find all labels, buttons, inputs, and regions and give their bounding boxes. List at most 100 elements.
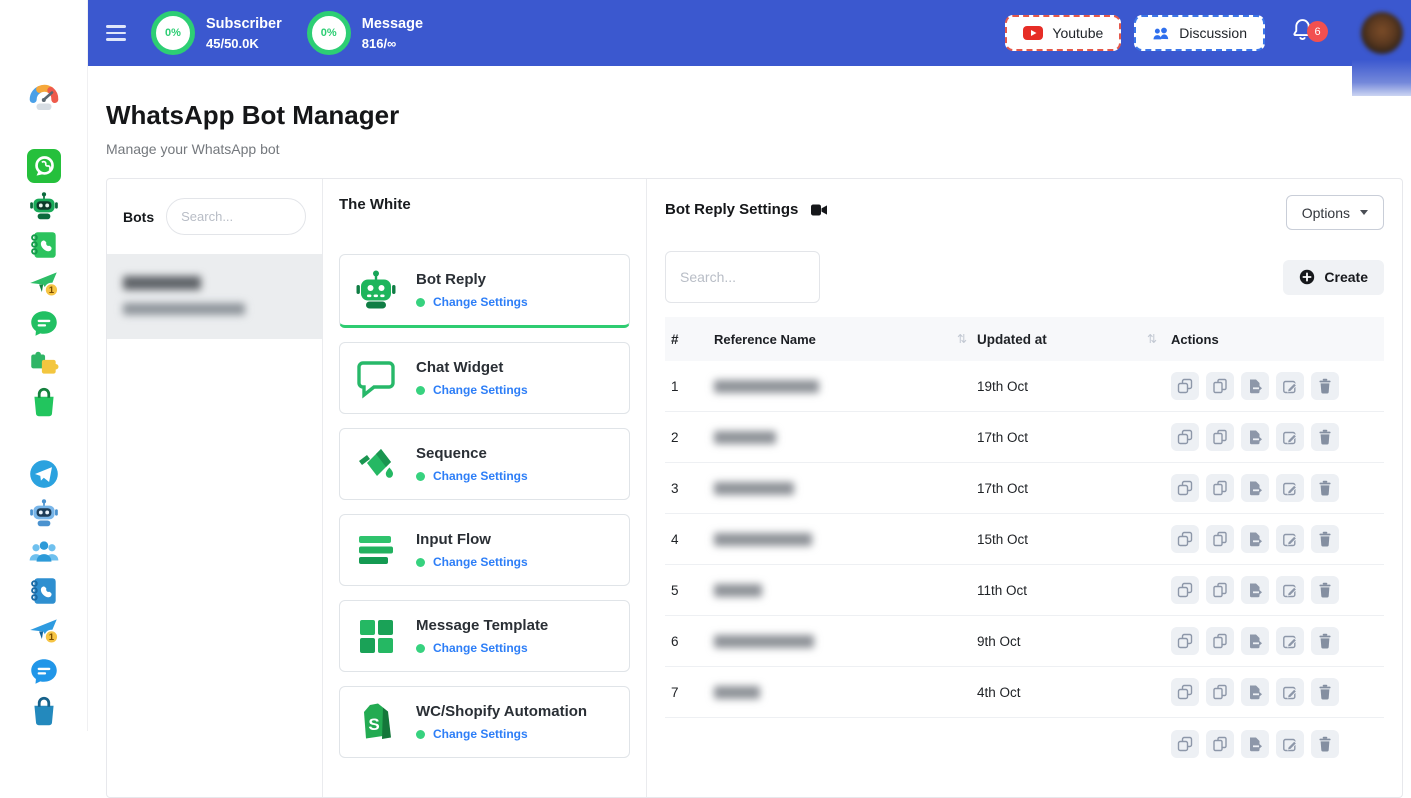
replies-search-input[interactable] bbox=[665, 251, 820, 303]
user-avatar[interactable] bbox=[1361, 12, 1403, 54]
setting-card-message-template[interactable]: Message Template Change Settings bbox=[339, 600, 630, 672]
telegram-contacts-icon[interactable] bbox=[27, 574, 61, 608]
telegram-chat-icon[interactable] bbox=[27, 655, 61, 689]
copy-button[interactable] bbox=[1206, 730, 1234, 758]
sort-icon[interactable]: ⇅ bbox=[957, 332, 967, 346]
copy-button[interactable] bbox=[1206, 423, 1234, 451]
edit-button[interactable] bbox=[1276, 423, 1304, 451]
clone-icon bbox=[1177, 429, 1193, 445]
delete-button[interactable] bbox=[1311, 678, 1339, 706]
sort-icon[interactable]: ⇅ bbox=[1147, 332, 1157, 346]
whatsapp-icon[interactable] bbox=[27, 149, 61, 183]
copy-button[interactable] bbox=[1206, 525, 1234, 553]
setting-card-wc-shopify[interactable]: S WC/Shopify Automation Change Settings bbox=[339, 686, 630, 758]
telegram-shop-icon[interactable] bbox=[27, 694, 61, 728]
create-button[interactable]: Create bbox=[1283, 260, 1384, 295]
copy-icon bbox=[1212, 684, 1228, 700]
telegram-broadcast-icon[interactable]: 1 bbox=[27, 614, 61, 648]
edit-button[interactable] bbox=[1276, 678, 1304, 706]
reference-name-redacted bbox=[714, 635, 814, 648]
copy-button[interactable] bbox=[1206, 372, 1234, 400]
export-button[interactable] bbox=[1241, 372, 1269, 400]
delete-button[interactable] bbox=[1311, 525, 1339, 553]
clone-button[interactable] bbox=[1171, 372, 1199, 400]
copy-button[interactable] bbox=[1206, 627, 1234, 655]
export-button[interactable] bbox=[1241, 678, 1269, 706]
export-button[interactable] bbox=[1241, 627, 1269, 655]
edit-button[interactable] bbox=[1276, 627, 1304, 655]
reference-name-redacted bbox=[714, 584, 762, 597]
edit-button[interactable] bbox=[1276, 730, 1304, 758]
export-button[interactable] bbox=[1241, 576, 1269, 604]
change-settings-link[interactable]: Change Settings bbox=[433, 555, 528, 569]
whatsapp-bot-icon[interactable] bbox=[27, 189, 61, 223]
edit-icon bbox=[1282, 429, 1298, 445]
telegram-bot-icon[interactable] bbox=[27, 496, 61, 530]
trash-icon bbox=[1317, 582, 1333, 598]
export-button[interactable] bbox=[1241, 474, 1269, 502]
setting-card-sequence[interactable]: Sequence Change Settings bbox=[339, 428, 630, 500]
discussion-button[interactable]: Discussion bbox=[1134, 15, 1265, 51]
delete-button[interactable] bbox=[1311, 423, 1339, 451]
export-button[interactable] bbox=[1241, 525, 1269, 553]
clone-icon bbox=[1177, 582, 1193, 598]
video-camera-icon[interactable] bbox=[810, 203, 828, 217]
edit-icon bbox=[1282, 531, 1298, 547]
youtube-button[interactable]: Youtube bbox=[1005, 15, 1121, 51]
edit-button[interactable] bbox=[1276, 474, 1304, 502]
copy-button[interactable] bbox=[1206, 678, 1234, 706]
telegram-group-icon[interactable] bbox=[27, 535, 61, 569]
clone-button[interactable] bbox=[1171, 474, 1199, 502]
clone-button[interactable] bbox=[1171, 730, 1199, 758]
dashboard-gauge-icon[interactable] bbox=[27, 80, 61, 114]
copy-button[interactable] bbox=[1206, 474, 1234, 502]
updated-at: 17th Oct bbox=[977, 481, 1028, 496]
change-settings-link[interactable]: Change Settings bbox=[433, 469, 528, 483]
edit-button[interactable] bbox=[1276, 576, 1304, 604]
delete-button[interactable] bbox=[1311, 372, 1339, 400]
edit-button[interactable] bbox=[1276, 525, 1304, 553]
clone-button[interactable] bbox=[1171, 525, 1199, 553]
avatar-container bbox=[1352, 0, 1411, 96]
copy-button[interactable] bbox=[1206, 576, 1234, 604]
clone-button[interactable] bbox=[1171, 576, 1199, 604]
setting-card-chat-widget[interactable]: Chat Widget Change Settings bbox=[339, 342, 630, 414]
bot-reply-settings-panel: Bot Reply Settings Options Create bbox=[647, 179, 1402, 797]
options-dropdown-button[interactable]: Options bbox=[1286, 195, 1384, 230]
delete-button[interactable] bbox=[1311, 576, 1339, 604]
page-subtitle: Manage your WhatsApp bot bbox=[106, 141, 399, 157]
card-title-chat-widget: Chat Widget bbox=[416, 359, 528, 376]
telegram-icon[interactable] bbox=[27, 457, 61, 491]
setting-card-input-flow[interactable]: Input Flow Change Settings bbox=[339, 514, 630, 586]
change-settings-link[interactable]: Change Settings bbox=[433, 641, 528, 655]
clone-button[interactable] bbox=[1171, 627, 1199, 655]
delete-button[interactable] bbox=[1311, 474, 1339, 502]
bot-list-item-selected[interactable] bbox=[107, 254, 322, 339]
change-settings-link[interactable]: Change Settings bbox=[433, 383, 528, 397]
updated-at: 9th Oct bbox=[977, 634, 1021, 649]
row-number: 2 bbox=[665, 430, 714, 445]
clone-button[interactable] bbox=[1171, 423, 1199, 451]
export-button[interactable] bbox=[1241, 423, 1269, 451]
hamburger-menu-icon[interactable] bbox=[106, 21, 126, 44]
bots-search-input[interactable] bbox=[166, 198, 306, 235]
whatsapp-broadcast-icon[interactable]: 1 bbox=[27, 267, 61, 301]
card-title-wc-shopify: WC/Shopify Automation bbox=[416, 703, 587, 720]
whatsapp-contacts-icon[interactable] bbox=[27, 228, 61, 262]
integration-icon[interactable] bbox=[27, 346, 61, 380]
export-button[interactable] bbox=[1241, 730, 1269, 758]
change-settings-link[interactable]: Change Settings bbox=[433, 727, 528, 741]
col-header-actions: Actions bbox=[1171, 332, 1384, 347]
table-row: 5 11th Oct bbox=[665, 565, 1384, 616]
change-settings-link[interactable]: Change Settings bbox=[433, 295, 528, 309]
clone-button[interactable] bbox=[1171, 678, 1199, 706]
whatsapp-chat-icon[interactable] bbox=[27, 307, 61, 341]
whatsapp-shop-icon[interactable] bbox=[27, 385, 61, 419]
table-row: 6 9th Oct bbox=[665, 616, 1384, 667]
notifications-bell-button[interactable]: 6 bbox=[1290, 17, 1315, 49]
edit-button[interactable] bbox=[1276, 372, 1304, 400]
delete-button[interactable] bbox=[1311, 627, 1339, 655]
delete-button[interactable] bbox=[1311, 730, 1339, 758]
setting-card-bot-reply[interactable]: Bot Reply Change Settings bbox=[339, 254, 630, 328]
status-dot bbox=[416, 386, 425, 395]
